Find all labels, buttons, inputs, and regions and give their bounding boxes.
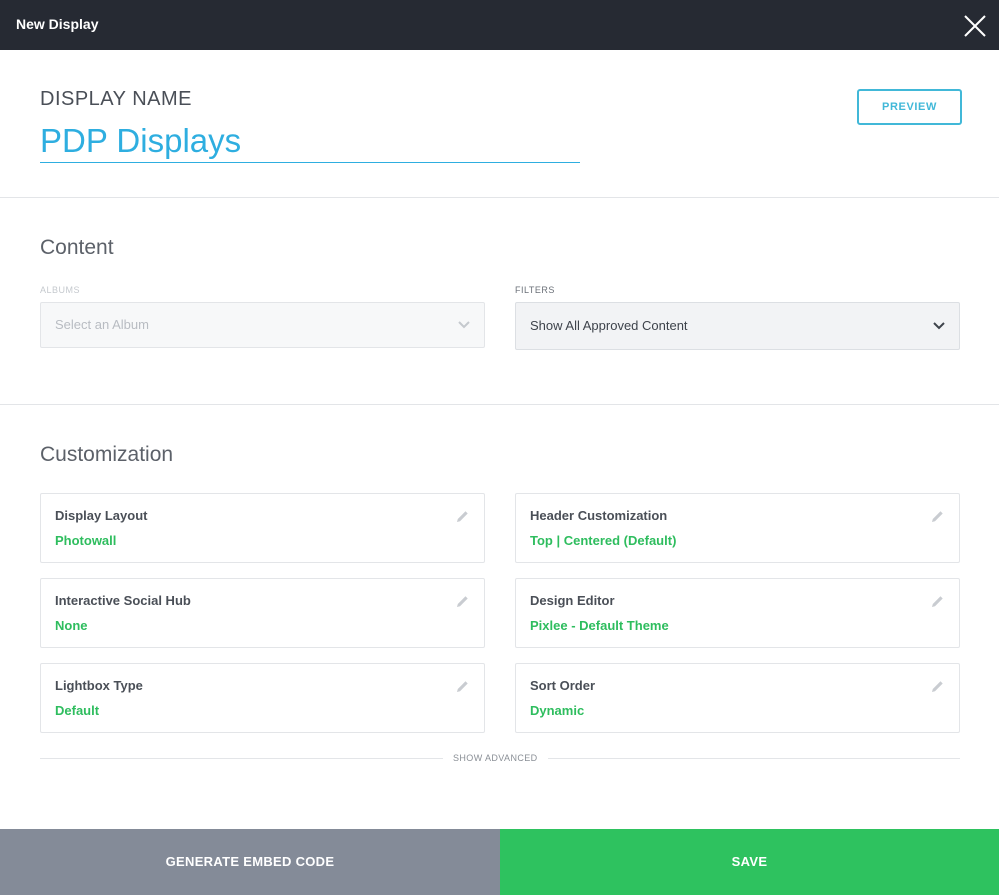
- pencil-icon[interactable]: [931, 510, 944, 523]
- content-section: Content ALBUMS Select an Album FILTERS S…: [0, 198, 999, 405]
- chevron-down-icon: [933, 322, 945, 330]
- customization-title: Customization: [40, 443, 174, 466]
- card-display-layout[interactable]: Display Layout Photowall: [40, 493, 485, 563]
- card-sort-order[interactable]: Sort Order Dynamic: [515, 663, 960, 733]
- card-title: Interactive Social Hub: [55, 593, 191, 608]
- card-value: Pixlee - Default Theme: [530, 618, 669, 633]
- display-name-input[interactable]: [40, 120, 580, 163]
- card-title: Header Customization: [530, 508, 668, 523]
- card-title: Lightbox Type: [55, 678, 143, 693]
- display-name-label: DISPLAY NAME: [40, 88, 192, 110]
- filters-value: Show All Approved Content: [530, 318, 688, 333]
- top-bar: New Display: [0, 0, 999, 50]
- content-title: Content: [40, 236, 114, 259]
- generate-embed-code-button[interactable]: GENERATE EMBED CODE: [0, 829, 500, 895]
- pencil-icon[interactable]: [931, 595, 944, 608]
- filters-select[interactable]: Show All Approved Content: [515, 302, 960, 350]
- card-title: Display Layout: [55, 508, 148, 523]
- close-button[interactable]: [961, 12, 989, 40]
- card-value: None: [55, 618, 88, 633]
- albums-label: ALBUMS: [40, 285, 81, 295]
- card-lightbox-type[interactable]: Lightbox Type Default: [40, 663, 485, 733]
- albums-select[interactable]: Select an Album: [40, 302, 485, 348]
- pencil-icon[interactable]: [456, 595, 469, 608]
- customization-section: Customization Display Layout Photowall H…: [0, 405, 999, 829]
- close-icon: [964, 15, 986, 37]
- save-button[interactable]: SAVE: [500, 829, 999, 895]
- card-interactive-social-hub[interactable]: Interactive Social Hub None: [40, 578, 485, 648]
- chevron-down-icon: [458, 321, 470, 329]
- card-header-customization[interactable]: Header Customization Top | Centered (Def…: [515, 493, 960, 563]
- card-value: Default: [55, 703, 100, 718]
- preview-button[interactable]: PREVIEW: [857, 89, 962, 125]
- filters-label: FILTERS: [515, 285, 555, 295]
- card-value: Photowall: [55, 533, 117, 548]
- pencil-icon[interactable]: [456, 680, 469, 693]
- albums-placeholder: Select an Album: [55, 317, 149, 332]
- card-title: Sort Order: [530, 678, 596, 693]
- card-value: Dynamic: [530, 703, 585, 718]
- card-title: Design Editor: [530, 593, 615, 608]
- card-value: Top | Centered (Default): [530, 533, 677, 548]
- show-advanced-link[interactable]: SHOW ADVANCED: [443, 753, 548, 763]
- pencil-icon[interactable]: [456, 510, 469, 523]
- modal-title: New Display: [16, 16, 99, 32]
- display-name-section: DISPLAY NAME PREVIEW: [0, 50, 999, 198]
- pencil-icon[interactable]: [931, 680, 944, 693]
- card-design-editor[interactable]: Design Editor Pixlee - Default Theme: [515, 578, 960, 648]
